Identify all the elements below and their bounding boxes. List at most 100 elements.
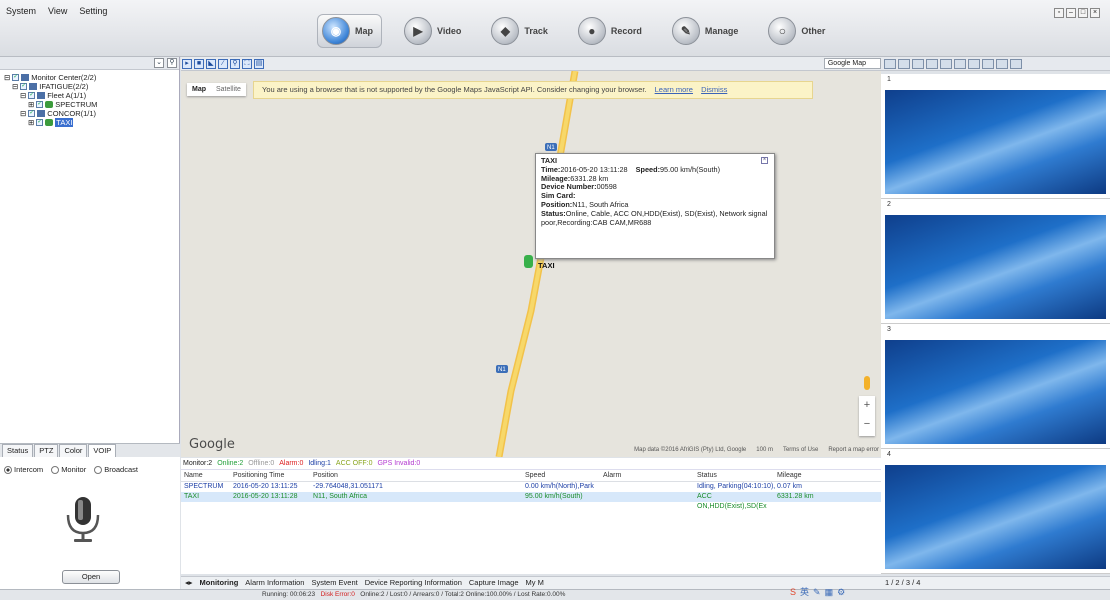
column-header[interactable]: Positioning Time [233,470,313,481]
nav-record-button[interactable]: ● Record [574,14,650,48]
nav-manage-button[interactable]: ✎ Manage [668,14,747,48]
checkbox-icon[interactable]: ✓ [28,92,36,99]
checkbox-icon[interactable]: ✓ [20,83,28,90]
chevron-down-icon[interactable]: ⌄ [154,58,164,68]
checkbox-icon[interactable]: ✓ [28,110,36,117]
maximize-icon[interactable]: □ [1078,8,1088,18]
tab-capture-image[interactable]: Capture Image [467,577,521,589]
checkbox-icon[interactable]: ✓ [12,74,20,81]
zoom-in-icon[interactable]: + [859,396,875,415]
video-tool-icon[interactable] [954,58,966,69]
collapse-icon[interactable]: ⊟ [4,73,10,82]
rectangle-tool-icon[interactable]: ■ [194,58,204,69]
column-header[interactable]: Alarm [603,470,697,481]
video-tool-icon[interactable] [898,58,910,69]
nav-track-button[interactable]: ◆ Track [487,14,556,48]
tree-node-monitor-center[interactable]: ⊟ ✓ Monitor Center(2/2) [4,73,179,82]
pegman-icon[interactable] [864,376,870,390]
menu-view[interactable]: View [48,6,67,16]
video-tool-icon[interactable] [940,58,952,69]
restore-icon[interactable]: ▫ [1054,8,1064,18]
open-button[interactable]: Open [62,570,120,584]
tab-status[interactable]: Status [2,444,34,457]
tab-voip[interactable]: VOIP [88,444,117,457]
column-header[interactable]: Speed [525,470,603,481]
tree-node-concor[interactable]: ⊟ ✓ CONCOR(1/1) [4,109,179,118]
keyboard-icon[interactable]: ▦ [825,587,834,597]
video-cell[interactable]: 4 [881,449,1110,574]
collapse-icon[interactable]: ⊟ [20,91,26,100]
video-cell[interactable]: 2 [881,199,1110,324]
vehicle-marker-icon[interactable] [524,255,533,268]
checkbox-icon[interactable]: ✓ [36,119,44,126]
column-header[interactable]: Status [697,470,777,481]
nav-video-button[interactable]: ▶ Video [400,14,469,48]
ime-icon[interactable]: S [790,587,796,597]
tab-ptz[interactable]: PTZ [34,444,59,457]
report-link[interactable]: Report a map error [828,447,879,453]
tree-node-spectrum[interactable]: ⊞ ✓ SPECTRUM [4,100,179,109]
map-view[interactable]: N1 N1 Map Satellite You are using a brow… [181,71,881,457]
menu-setting[interactable]: Setting [79,6,107,16]
checkbox-icon[interactable]: ✓ [36,101,44,108]
table-row[interactable]: TAXI 2016-05-20 13:11:28 N11, South Afri… [181,492,881,510]
tree-node-taxi[interactable]: ⊞ ✓ TAXI [4,118,179,127]
collapse-icon[interactable]: ⊟ [20,109,26,118]
line-tool-icon[interactable]: ∕ [218,58,228,69]
minimize-icon[interactable]: – [1066,8,1076,18]
search-icon[interactable]: ⚲ [167,58,177,68]
tab-monitoring[interactable]: Monitoring [198,577,241,589]
language-icon[interactable]: 英 [800,587,809,597]
settings-icon[interactable]: ⚙ [837,587,845,597]
video-tool-icon[interactable] [1010,58,1022,69]
learn-more-link[interactable]: Learn more [655,85,693,94]
video-page-tabs[interactable]: 1 / 2 / 3 / 4 [881,576,1110,589]
tab-color[interactable]: Color [59,444,88,457]
video-tool-icon[interactable] [982,58,994,69]
tab-system-event[interactable]: System Event [309,577,359,589]
video-tool-icon[interactable] [884,58,896,69]
pointer-tool-icon[interactable]: ▸ [182,58,192,69]
video-tool-icon[interactable] [912,58,924,69]
satellite-tab[interactable]: Satellite [211,83,246,96]
video-cell[interactable]: 3 [881,324,1110,449]
video-tool-icon[interactable] [926,58,938,69]
map-type-select[interactable]: Google Map [823,58,881,69]
nav-other-button[interactable]: ○ Other [764,14,833,48]
close-icon[interactable]: × [1090,8,1100,18]
tab-device-reporting[interactable]: Device Reporting Information [363,577,464,589]
zoom-tool-icon[interactable]: ⚲ [230,58,240,69]
menu-system[interactable]: System [6,6,36,16]
collapse-icon[interactable]: ⊟ [12,82,18,91]
expand-icon[interactable]: ⊞ [28,118,34,127]
table-row[interactable]: SPECTRUM 2016-05-20 13:11:25 -29.764048,… [181,482,881,492]
tree-node-fleet-a[interactable]: ⊟ ✓ Fleet A(1/1) [4,91,179,100]
column-header[interactable]: Position [313,470,525,481]
tab-alarm-information[interactable]: Alarm Information [243,577,306,589]
terms-link[interactable]: Terms of Use [783,447,818,453]
nav-map-button[interactable]: ◉ Map [317,14,382,48]
video-tool-icon[interactable] [996,58,1008,69]
radio-broadcast[interactable]: Broadcast [94,465,138,474]
area-tool-icon[interactable]: ◣ [206,58,216,69]
radio-intercom[interactable]: Intercom [4,465,43,474]
zoom-out-icon[interactable]: − [859,415,875,434]
radio-icon [94,465,103,474]
tab-my-m[interactable]: My M [524,577,546,589]
video-cell[interactable]: 1 [881,74,1110,199]
dismiss-link[interactable]: Dismiss [701,85,727,94]
info-label: Status: [541,208,566,218]
tray-tool-icon[interactable]: ✎ [813,587,821,597]
map-tab[interactable]: Map [187,83,211,96]
record-icon: ● [577,17,606,45]
tab-scroll-left-icon[interactable]: ◂▸ [183,577,195,589]
tree-node-ifatigue[interactable]: ⊟ ✓ IFATIGUE(2/2) [4,82,179,91]
radio-monitor[interactable]: Monitor [51,465,86,474]
video-tool-icon[interactable] [968,58,980,69]
column-header[interactable]: Mileage [777,470,867,481]
expand-icon[interactable]: ⊞ [28,100,34,109]
fullscreen-tool-icon[interactable]: ⛶ [242,58,252,69]
column-header[interactable]: Name [181,470,233,481]
close-icon[interactable]: × [761,157,768,164]
save-tool-icon[interactable]: ▤ [254,58,264,69]
